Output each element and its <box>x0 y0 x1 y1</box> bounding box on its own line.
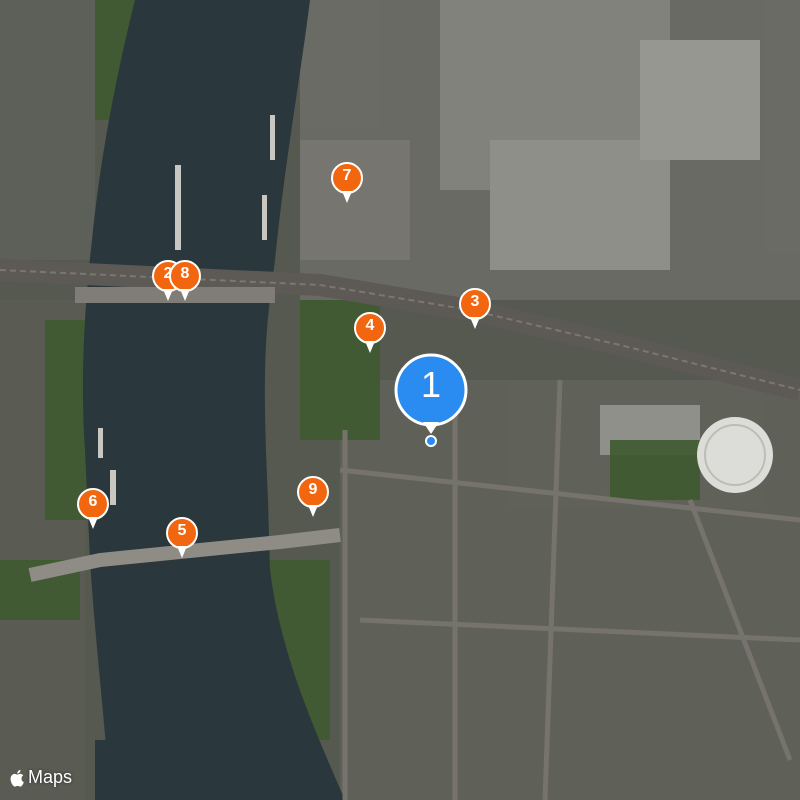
marker-label: 5 <box>177 522 187 539</box>
location-dot <box>425 435 437 447</box>
marker-label: 9 <box>308 481 318 498</box>
marker-label: 1 <box>420 364 442 405</box>
apple-logo-icon <box>10 769 24 787</box>
marker-label: 8 <box>180 265 190 282</box>
map-view[interactable]: 2 8 7 3 4 9 6 5 1 Maps <box>0 0 800 800</box>
map-marker-3[interactable]: 3 <box>458 287 492 331</box>
maps-attribution[interactable]: Maps <box>10 767 72 788</box>
map-marker-5[interactable]: 5 <box>165 516 199 560</box>
marker-label: 7 <box>342 167 352 184</box>
harbor <box>95 740 135 800</box>
map-marker-1-primary[interactable]: 1 <box>393 352 469 448</box>
map-marker-9[interactable]: 9 <box>296 475 330 519</box>
map-marker-8[interactable]: 8 <box>168 259 202 303</box>
map-marker-4[interactable]: 4 <box>353 311 387 355</box>
arena-dome <box>697 417 773 493</box>
marker-label: 4 <box>365 317 375 334</box>
attribution-text: Maps <box>28 767 73 787</box>
map-marker-6[interactable]: 6 <box>76 487 110 531</box>
marker-label: 3 <box>470 293 480 310</box>
map-marker-7[interactable]: 7 <box>330 161 364 205</box>
marker-label: 6 <box>88 493 98 510</box>
